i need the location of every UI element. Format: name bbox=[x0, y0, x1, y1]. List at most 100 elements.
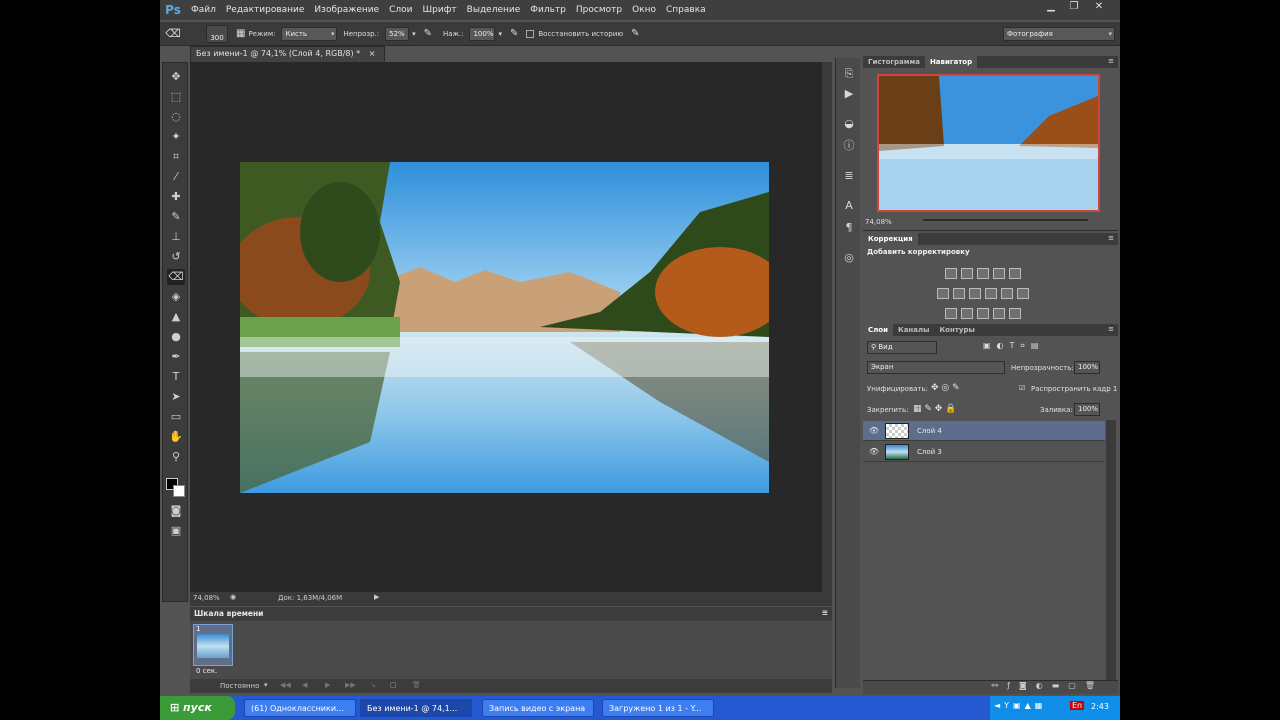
menu-view[interactable]: Просмотр bbox=[571, 5, 627, 15]
path-select-icon[interactable]: ➤ bbox=[167, 389, 185, 405]
channel-mixer-icon[interactable] bbox=[1001, 288, 1013, 299]
menu-file[interactable]: Файл bbox=[186, 5, 221, 15]
status-menu-icon[interactable]: ◉ bbox=[230, 593, 236, 601]
play-icon[interactable]: ▶ bbox=[325, 681, 330, 689]
history-panel-icon[interactable]: ⎘ bbox=[841, 66, 857, 82]
chevron-down-icon[interactable]: ▾ bbox=[412, 30, 416, 38]
opacity-input[interactable]: 52% bbox=[385, 26, 410, 41]
workspace-select[interactable]: Фотография bbox=[1003, 26, 1115, 41]
taskbar-item-screen-recorder[interactable]: Запись видео с экрана bbox=[482, 699, 594, 717]
lock-icons[interactable]: ▦ ✎ ✥ 🔒 bbox=[913, 404, 956, 414]
color-balance-icon[interactable] bbox=[953, 288, 965, 299]
frame-delay[interactable]: 0 сек. bbox=[196, 667, 217, 675]
levels-icon[interactable] bbox=[961, 268, 973, 279]
tab-navigator[interactable]: Навигатор bbox=[924, 56, 978, 68]
layer-row-sloi-3[interactable]: 👁 Слой 3 bbox=[863, 442, 1105, 462]
eyedropper-icon[interactable]: ⁄ bbox=[167, 169, 185, 185]
layer-opacity-input[interactable]: 100% bbox=[1074, 361, 1100, 374]
first-frame-icon[interactable]: ◀◀ bbox=[280, 681, 291, 689]
brush-size-picker[interactable]: 300 bbox=[206, 24, 228, 43]
marquee-tool-icon[interactable]: ⬚ bbox=[167, 89, 185, 105]
flow-input[interactable]: 100% bbox=[469, 26, 496, 41]
document-tab[interactable]: Без имени-1 @ 74,1% (Слой 4, RGB/8) * × bbox=[190, 46, 385, 62]
layer-row-sloi-4[interactable]: 👁 Слой 4 bbox=[863, 421, 1105, 441]
delete-frame-icon[interactable]: 🗑 bbox=[412, 681, 421, 689]
actions-panel-icon[interactable]: ▶ bbox=[841, 86, 857, 102]
shape-tool-icon[interactable]: ▭ bbox=[167, 409, 185, 425]
color-lookup-icon[interactable] bbox=[1017, 288, 1029, 299]
curves-icon[interactable] bbox=[977, 268, 989, 279]
exposure-icon[interactable] bbox=[993, 268, 1005, 279]
blend-mode-select[interactable]: Экран bbox=[867, 361, 1005, 374]
posterize-icon[interactable] bbox=[961, 308, 973, 319]
brush-tool-icon[interactable]: ✎ bbox=[167, 209, 185, 225]
canvas-vertical-scrollbar[interactable] bbox=[822, 62, 832, 592]
tab-channels[interactable]: Каналы bbox=[893, 324, 934, 336]
lasso-tool-icon[interactable]: ◌ bbox=[167, 109, 185, 125]
layers-footer-icons[interactable]: ⚯ƒ◙◐▬▢🗑 bbox=[863, 680, 1118, 694]
paragraph-panel-icon[interactable]: ¶ bbox=[841, 220, 857, 236]
dodge-tool-icon[interactable]: ● bbox=[167, 329, 185, 345]
crop-tool-icon[interactable]: ⌗ bbox=[167, 149, 185, 165]
layer-filter-select[interactable]: ⚲ Вид bbox=[867, 341, 937, 354]
zoom-tool-icon[interactable]: ⚲ bbox=[167, 449, 185, 465]
properties-panel-icon[interactable]: ≣ bbox=[841, 168, 857, 184]
status-arrow-icon[interactable]: ▶ bbox=[374, 593, 379, 601]
taskbar-item-odnoklassniki[interactable]: (61) Одноклассники... bbox=[244, 699, 356, 717]
eraser-tool-icon[interactable]: ⌫ bbox=[167, 269, 185, 285]
pressure-size-icon[interactable]: ✎ bbox=[631, 28, 639, 39]
quick-select-icon[interactable]: ✦ bbox=[167, 129, 185, 145]
selective-color-icon[interactable] bbox=[993, 308, 1005, 319]
minimize-icon[interactable]: ▁ bbox=[1040, 1, 1062, 15]
menu-window[interactable]: Окно bbox=[627, 5, 661, 15]
layers-scrollbar[interactable] bbox=[1106, 420, 1116, 682]
tween-icon[interactable]: ↘ bbox=[370, 681, 376, 689]
pressure-opacity-icon[interactable]: ✎ bbox=[424, 28, 432, 39]
restore-icon[interactable]: ❐ bbox=[1063, 1, 1085, 15]
menu-type[interactable]: Шрифт bbox=[418, 5, 462, 15]
zoom-slider[interactable] bbox=[923, 219, 1088, 221]
panel-menu-icon[interactable]: ≡ bbox=[1104, 56, 1118, 68]
vibrance-icon[interactable] bbox=[1009, 268, 1021, 279]
pen-tool-icon[interactable]: ✒ bbox=[167, 349, 185, 365]
unify-icons[interactable]: ✥ ◎ ✎ bbox=[931, 383, 960, 393]
menu-image[interactable]: Изображение bbox=[309, 5, 384, 15]
close-tab-icon[interactable]: × bbox=[369, 49, 376, 58]
panel-menu-icon[interactable]: ≡ bbox=[822, 608, 828, 617]
healing-brush-icon[interactable]: ✚ bbox=[167, 189, 185, 205]
next-frame-icon[interactable]: ▶▶ bbox=[345, 681, 356, 689]
eye-icon[interactable]: 👁 bbox=[863, 447, 885, 456]
type-tool-icon[interactable]: T bbox=[167, 369, 185, 385]
navigator-preview[interactable] bbox=[877, 74, 1100, 212]
gradient-map-icon[interactable] bbox=[1009, 308, 1021, 319]
navigator-zoom[interactable]: 74,08% bbox=[865, 218, 892, 226]
loop-select[interactable]: Постоянно bbox=[220, 682, 259, 690]
propagate-checkbox-icon[interactable]: ☑ bbox=[1019, 384, 1025, 392]
layer-filter-icons[interactable]: ▣◐T⌗▤ bbox=[983, 341, 1045, 351]
info-panel-icon[interactable]: ⓘ bbox=[841, 138, 857, 154]
tray-icons[interactable]: ◄Y▣▲▦ bbox=[994, 701, 1046, 710]
taskbar-item-yandex[interactable]: Загружено 1 из 1 - Y... bbox=[602, 699, 714, 717]
zoom-readout[interactable]: 74,08% bbox=[193, 594, 220, 602]
fill-input[interactable]: 100% bbox=[1074, 403, 1100, 416]
invert-icon[interactable] bbox=[945, 308, 957, 319]
language-indicator[interactable]: En bbox=[1070, 701, 1085, 710]
chevron-down-icon[interactable]: ▾ bbox=[498, 30, 502, 38]
tab-adjustments[interactable]: Коррекция bbox=[863, 233, 918, 245]
tab-paths[interactable]: Контуры bbox=[934, 324, 979, 336]
chevron-down-icon[interactable]: ▾ bbox=[264, 681, 268, 689]
tab-histogram[interactable]: Гистограмма bbox=[863, 56, 925, 68]
menu-filter[interactable]: Фильтр bbox=[525, 5, 571, 15]
photo-filter-icon[interactable] bbox=[985, 288, 997, 299]
history-brush-icon[interactable]: ↺ bbox=[167, 249, 185, 265]
panel-menu-icon[interactable]: ≡ bbox=[1104, 324, 1118, 336]
history-checkbox[interactable] bbox=[526, 29, 535, 38]
paint-bucket-icon[interactable]: ◈ bbox=[167, 289, 185, 305]
hand-tool-icon[interactable]: ✋ bbox=[167, 429, 185, 445]
menu-help[interactable]: Справка bbox=[661, 5, 711, 15]
mode-select[interactable]: Кисть bbox=[281, 26, 338, 41]
menu-select[interactable]: Выделение bbox=[462, 5, 526, 15]
menu-layers[interactable]: Слои bbox=[384, 5, 417, 15]
tab-layers[interactable]: Слои bbox=[863, 324, 893, 336]
eye-icon[interactable]: 👁 bbox=[863, 426, 885, 435]
